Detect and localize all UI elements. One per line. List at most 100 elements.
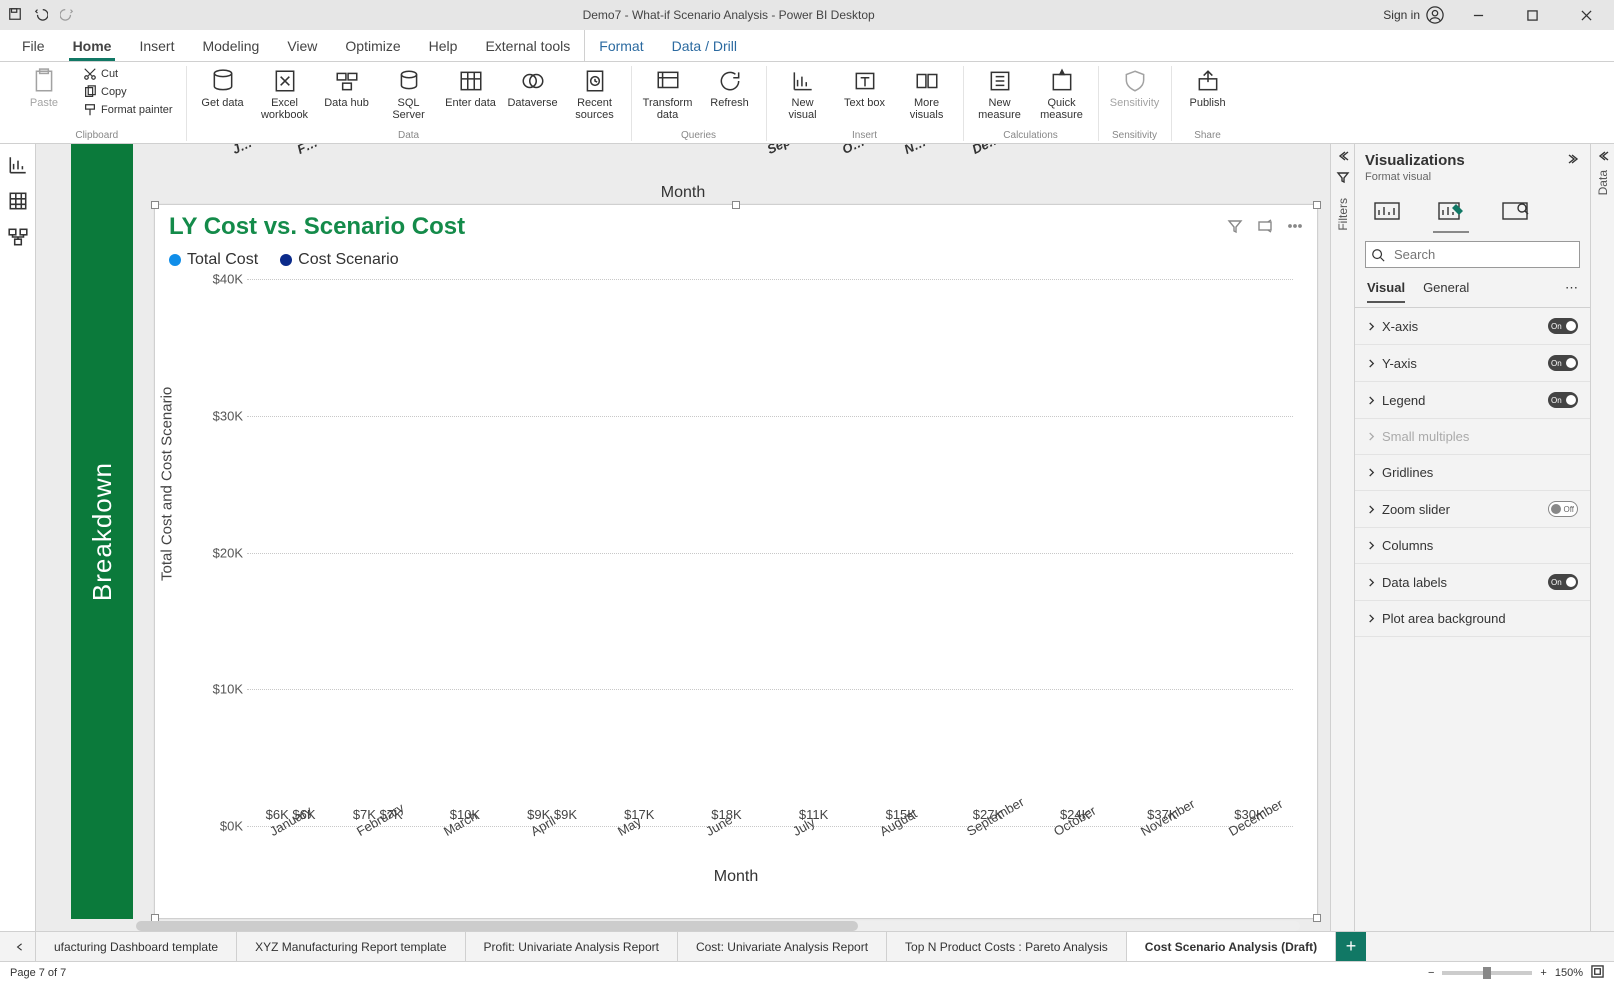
page-tab[interactable]: Top N Product Costs : Pareto Analysis <box>887 932 1127 961</box>
fit-to-page-button[interactable] <box>1591 965 1604 981</box>
text-box-button[interactable]: Text box <box>839 66 891 109</box>
zoom-in-button[interactable]: + <box>1540 967 1546 979</box>
page-tab[interactable]: Cost Scenario Analysis (Draft) <box>1127 932 1336 961</box>
y-tick: $20K <box>191 545 243 560</box>
zoom-out-button[interactable]: − <box>1428 967 1434 979</box>
excel-icon <box>272 68 298 94</box>
x-category: June <box>703 812 735 839</box>
page-tab[interactable]: Profit: Univariate Analysis Report <box>466 932 678 961</box>
sql-icon <box>396 68 422 94</box>
tab-insert[interactable]: Insert <box>125 30 188 61</box>
more-visuals-icon <box>914 68 940 94</box>
dataverse-button[interactable]: Dataverse <box>507 66 559 109</box>
breakdown-sidebar[interactable]: Breakdown <box>71 144 133 919</box>
zoom-slider[interactable] <box>1442 971 1532 975</box>
format-visual-tab[interactable] <box>1431 193 1471 229</box>
toggle-x-axis[interactable]: On <box>1548 318 1578 334</box>
cut-button[interactable]: Cut <box>80 66 176 82</box>
model-view-button[interactable] <box>7 226 29 248</box>
filters-pane-collapsed[interactable]: Filters <box>1330 144 1354 931</box>
page-tab[interactable]: ufacturing Dashboard template <box>36 932 237 961</box>
new-visual-button[interactable]: New visual <box>777 66 829 121</box>
chevron-right-icon <box>1367 465 1376 480</box>
visualizations-pane: Visualizations Format visual Visual Gene… <box>1354 144 1590 931</box>
format-tab-visual[interactable]: Visual <box>1367 280 1405 303</box>
excel-workbook-button[interactable]: Excel workbook <box>259 66 311 121</box>
page-tab[interactable]: XYZ Manufacturing Report template <box>237 932 465 961</box>
data-hub-button[interactable]: Data hub <box>321 66 373 109</box>
ribbon: Paste Cut Copy Format painter Clipboard … <box>0 62 1614 144</box>
transform-data-button[interactable]: Transform data <box>642 66 694 121</box>
sensitivity-button[interactable]: Sensitivity <box>1109 66 1161 109</box>
undo-icon[interactable] <box>34 7 48 24</box>
expand-pane-icon[interactable] <box>1568 152 1580 169</box>
zoom-level[interactable]: 150% <box>1555 967 1583 979</box>
format-card-gridlines[interactable]: Gridlines <box>1355 455 1590 491</box>
toggle-legend[interactable]: On <box>1548 392 1578 408</box>
save-icon[interactable] <box>8 7 22 24</box>
tab-optimize[interactable]: Optimize <box>331 30 414 61</box>
copy-button[interactable]: Copy <box>80 84 176 100</box>
format-card-data-labels[interactable]: Data labelsOn <box>1355 564 1590 601</box>
tab-external-tools[interactable]: External tools <box>471 30 584 61</box>
filter-icon[interactable] <box>1227 218 1243 237</box>
canvas-scrollbar[interactable] <box>136 921 1300 931</box>
get-data-button[interactable]: Get data <box>197 66 249 109</box>
top-axis-label: Month <box>661 184 705 202</box>
format-card-zoom-slider[interactable]: Zoom sliderOff <box>1355 491 1590 528</box>
format-card-plot-area-background[interactable]: Plot area background <box>1355 601 1590 637</box>
user-icon <box>1426 6 1444 24</box>
format-more-icon[interactable]: ⋯ <box>1565 280 1578 303</box>
toggle-data-labels[interactable]: On <box>1548 574 1578 590</box>
tab-file[interactable]: File <box>8 30 59 61</box>
page-tabs: ufacturing Dashboard templateXYZ Manufac… <box>0 931 1614 961</box>
shield-icon <box>1122 68 1148 94</box>
recent-sources-button[interactable]: Recent sources <box>569 66 621 121</box>
report-canvas[interactable]: J… F… Sept… O… N… De… Month Breakdown LY… <box>36 144 1330 931</box>
build-visual-tab[interactable] <box>1367 193 1407 229</box>
toggle-y-axis[interactable]: On <box>1548 355 1578 371</box>
tab-data-drill[interactable]: Data / Drill <box>658 30 751 61</box>
tab-format[interactable]: Format <box>584 30 657 61</box>
more-options-icon[interactable] <box>1287 218 1303 237</box>
page-tab[interactable]: Cost: Univariate Analysis Report <box>678 932 887 961</box>
tab-help[interactable]: Help <box>415 30 472 61</box>
quick-measure-button[interactable]: Quick measure <box>1036 66 1088 121</box>
close-button[interactable] <box>1566 0 1606 30</box>
tab-home[interactable]: Home <box>59 30 126 61</box>
analytics-tab[interactable] <box>1495 193 1535 229</box>
data-pane-collapsed[interactable]: Data <box>1590 144 1614 931</box>
format-painter-button[interactable]: Format painter <box>80 102 176 118</box>
chevron-right-icon <box>1367 356 1376 371</box>
format-card-columns[interactable]: Columns <box>1355 528 1590 564</box>
add-page-button[interactable]: + <box>1336 932 1366 961</box>
format-card-legend[interactable]: LegendOn <box>1355 382 1590 419</box>
ribbon-tabs: File Home Insert Modeling View Optimize … <box>0 30 1614 62</box>
sql-server-button[interactable]: SQL Server <box>383 66 435 121</box>
format-search-input[interactable] <box>1365 241 1580 268</box>
chart-visual[interactable]: LY Cost vs. Scenario Cost Total Cost Cos… <box>154 204 1318 919</box>
tab-modeling[interactable]: Modeling <box>188 30 273 61</box>
redo-icon[interactable] <box>60 7 74 24</box>
new-measure-button[interactable]: New measure <box>974 66 1026 121</box>
title-bar: Demo7 - What-if Scenario Analysis - Powe… <box>0 0 1614 30</box>
page-nav-left[interactable] <box>4 932 36 961</box>
maximize-button[interactable] <box>1512 0 1552 30</box>
publish-button[interactable]: Publish <box>1182 66 1234 109</box>
tab-view[interactable]: View <box>273 30 331 61</box>
enter-data-button[interactable]: Enter data <box>445 66 497 109</box>
signin-button[interactable]: Sign in <box>1383 6 1444 24</box>
report-view-button[interactable] <box>7 154 29 176</box>
format-card-small-multiples: Small multiples <box>1355 419 1590 455</box>
format-tab-general[interactable]: General <box>1423 280 1469 303</box>
data-view-button[interactable] <box>7 190 29 212</box>
focus-mode-icon[interactable] <box>1257 218 1273 237</box>
paste-button[interactable]: Paste <box>18 66 70 109</box>
format-card-x-axis[interactable]: X-axisOn <box>1355 308 1590 345</box>
status-bar: Page 7 of 7 − + 150% <box>0 961 1614 983</box>
toggle-zoom-slider[interactable]: Off <box>1548 501 1578 517</box>
minimize-button[interactable] <box>1458 0 1498 30</box>
format-card-y-axis[interactable]: Y-axisOn <box>1355 345 1590 382</box>
more-visuals-button[interactable]: More visuals <box>901 66 953 121</box>
refresh-button[interactable]: Refresh <box>704 66 756 109</box>
